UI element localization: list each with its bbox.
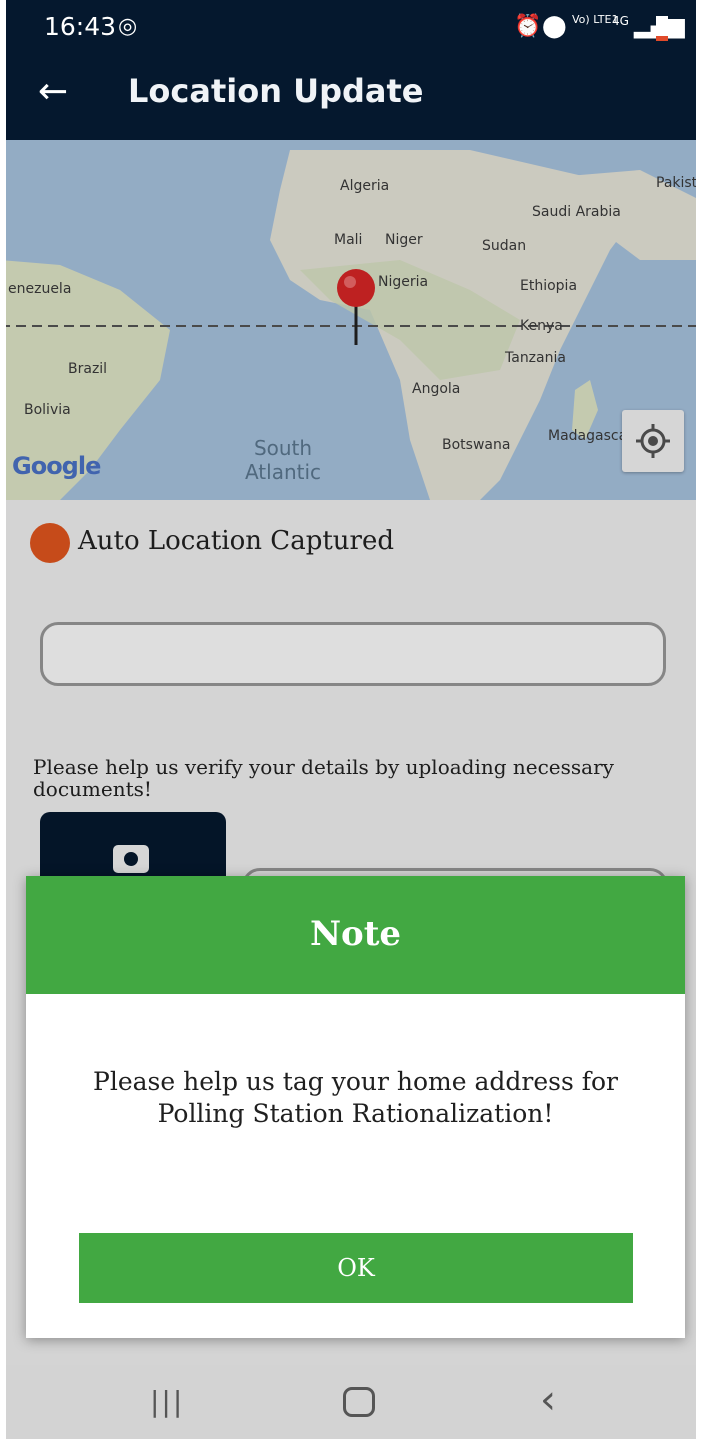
arrow-left-icon[interactable]: ← xyxy=(38,70,68,114)
note-dialog: Note Please help us tag your home addres… xyxy=(26,876,685,1338)
alarm-icon: ⏰ xyxy=(514,14,542,39)
app-bar: ← Location Update xyxy=(0,50,702,140)
status-bar: 16:43 ◎ ⏰ ⬤ Vo) LTE1 4G ▂▄▆ xyxy=(0,0,702,50)
network-type: 4G xyxy=(612,14,629,28)
battery-icon xyxy=(656,16,668,41)
page-title: Location Update xyxy=(128,72,424,110)
ok-button[interactable]: OK xyxy=(79,1233,633,1303)
frame-left-edge xyxy=(0,0,6,1439)
sync-icon: ◎ xyxy=(118,14,138,39)
home-icon[interactable] xyxy=(343,1387,375,1417)
dialog-title: Note xyxy=(309,914,402,954)
recent-apps-icon[interactable]: ||| xyxy=(150,1385,184,1418)
dialog-header: Note xyxy=(26,876,685,994)
system-nav-bar: ||| ‹ xyxy=(0,1365,702,1439)
location-icon: ⬤ xyxy=(542,14,567,39)
back-icon[interactable]: ‹ xyxy=(540,1377,556,1423)
dialog-message: Please help us tag your home address for… xyxy=(93,1067,618,1128)
frame-right-edge xyxy=(696,0,702,1439)
status-time: 16:43 xyxy=(44,12,117,41)
